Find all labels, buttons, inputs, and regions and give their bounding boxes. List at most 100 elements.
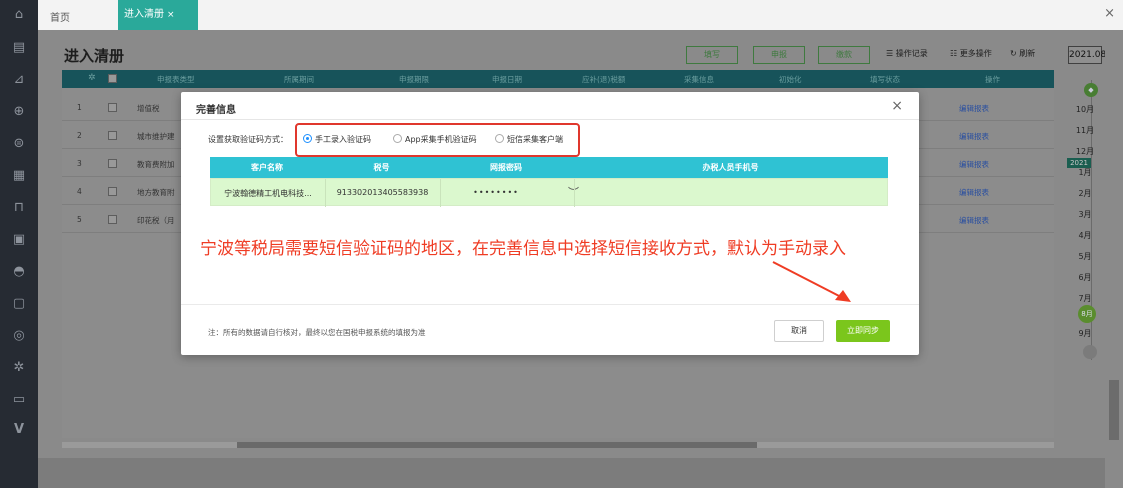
column-header: 操作 [985, 75, 1000, 84]
operation-log-link[interactable]: ☰ 操作记录 [886, 48, 928, 59]
dialog-title: 完善信息 [196, 105, 236, 116]
column-header: 填写状态 [870, 75, 900, 84]
column-header: 应补(退)税额 [582, 75, 626, 84]
password-field[interactable]: •••••••• [451, 188, 541, 197]
row-name: 城市维护建 [137, 132, 175, 141]
cell-divider [574, 179, 575, 207]
pay-button[interactable]: 缴款 [818, 46, 870, 64]
close-icon[interactable]: × [891, 98, 903, 114]
row-name: 增值税 [137, 104, 160, 113]
customer-table-header: 客户名称 税号 网报密码 办税人员手机号 [210, 157, 888, 178]
cancel-button[interactable]: 取消 [774, 320, 824, 342]
tab-close-icon[interactable]: × [167, 10, 175, 20]
edit-report-link[interactable]: 编辑报表 [959, 103, 989, 114]
complete-info-dialog: 完善信息 × 设置获取验证码方式： 手工录入验证码 App采集手机验证码 短信采… [181, 92, 919, 355]
timeline-bottom-icon[interactable] [1083, 345, 1097, 359]
tab-active[interactable]: 进入清册 × [118, 0, 198, 30]
refresh-icon: ↻ [1010, 49, 1017, 58]
horizontal-scrollbar[interactable] [62, 442, 1054, 448]
settings-icon[interactable]: ✲ [9, 358, 29, 378]
refresh-label: 刷新 [1019, 49, 1036, 58]
radio-icon [393, 134, 402, 143]
timeline-top-icon[interactable]: ◆ [1084, 83, 1098, 97]
month-item[interactable]: 10月 [1065, 104, 1105, 115]
radio-sms-client[interactable]: 短信采集客户端 [495, 134, 563, 145]
month-item-current[interactable]: 8月 [1078, 305, 1096, 323]
verification-method-label: 设置获取验证码方式： [208, 135, 288, 144]
row-number: 4 [77, 187, 82, 196]
column-header: 申报期限 [399, 75, 429, 84]
select-all-checkbox[interactable] [108, 74, 117, 83]
refresh-link[interactable]: ↻ 刷新 [1010, 48, 1035, 59]
row-name: 教育费附加 [137, 160, 175, 169]
edit-report-link[interactable]: 编辑报表 [959, 159, 989, 170]
bottom-bar [38, 458, 1105, 488]
edit-report-link[interactable]: 编辑报表 [959, 131, 989, 142]
column-header: 客户名称 [251, 163, 283, 172]
month-item[interactable]: 6月 [1065, 272, 1105, 283]
table-row[interactable]: 宁波翰德精工机电科技... 913302013405583938 •••••••… [210, 178, 888, 207]
month-item[interactable]: 2月 [1065, 188, 1105, 199]
row-checkbox[interactable] [108, 215, 117, 224]
column-header: 所属期间 [284, 75, 314, 84]
bank-icon[interactable]: ⊜ [9, 134, 29, 154]
tax-id: 913302013405583938 [336, 188, 429, 197]
more-operations-label: 更多操作 [959, 49, 992, 58]
fill-button[interactable]: 填写 [686, 46, 738, 64]
row-checkbox[interactable] [108, 159, 117, 168]
month-item[interactable]: 9月 [1065, 328, 1105, 339]
scrollbar-thumb[interactable] [237, 442, 757, 448]
tab-home[interactable]: 首页 [50, 9, 70, 24]
month-item[interactable]: 1月 [1065, 167, 1105, 178]
row-number: 2 [77, 131, 82, 140]
column-header: 申报日期 [492, 75, 522, 84]
archive-icon[interactable]: ◓ [9, 262, 29, 282]
row-checkbox[interactable] [108, 103, 117, 112]
v-icon[interactable]: V [9, 420, 29, 440]
building-icon[interactable]: ⊓ [9, 198, 29, 218]
receipt-icon[interactable]: ▢ [9, 294, 29, 314]
home-icon[interactable]: ⌂ [9, 5, 29, 25]
month-item[interactable]: 5月 [1065, 251, 1105, 262]
sync-now-button[interactable]: 立即同步 [836, 320, 890, 342]
row-name: 地方教育附 [137, 188, 175, 197]
row-checkbox[interactable] [108, 131, 117, 140]
radio-label: App采集手机验证码 [405, 135, 477, 144]
month-item[interactable]: 4月 [1065, 230, 1105, 241]
document-icon[interactable]: ▤ [9, 38, 29, 58]
tab-bar: 首页 进入清册 × × [38, 0, 1123, 30]
left-sidebar: ⌂ ▤ ⊿ ⊕ ⊜ ▦ ⊓ ▣ ◓ ▢ ◎ ✲ ▭ V [0, 0, 38, 488]
month-item[interactable]: 7月 [1065, 293, 1105, 304]
gear-icon[interactable]: ✲ [88, 73, 96, 83]
customer-name: 宁波翰德精工机电科技... [224, 189, 312, 198]
chart-icon[interactable]: ⊿ [9, 70, 29, 90]
declare-button[interactable]: 申报 [753, 46, 805, 64]
column-header: 采集信息 [684, 75, 714, 84]
monitor-icon[interactable]: ▭ [9, 390, 29, 410]
display-icon[interactable]: ▣ [9, 230, 29, 250]
edit-report-link[interactable]: 编辑报表 [959, 187, 989, 198]
row-checkbox[interactable] [108, 187, 117, 196]
cell-divider [440, 179, 441, 207]
month-item[interactable]: 11月 [1065, 125, 1105, 136]
vertical-scrollbar[interactable] [1109, 380, 1119, 440]
column-header: 网报密码 [490, 163, 522, 172]
month-item[interactable]: 12月 [1065, 146, 1105, 157]
tab-active-label: 进入清册 [124, 9, 164, 20]
currency-icon[interactable]: ⊕ [9, 102, 29, 122]
calculator-icon[interactable]: ▦ [9, 166, 29, 186]
close-icon[interactable]: × [1104, 6, 1115, 21]
operation-log-label: 操作记录 [895, 49, 928, 58]
month-item[interactable]: 3月 [1065, 209, 1105, 220]
more-operations-link[interactable]: ☷ 更多操作 [950, 48, 992, 59]
dialog-header: 完善信息 × [181, 92, 919, 120]
user-icon[interactable]: ◎ [9, 326, 29, 346]
period-timeline: 2021.08 ◆ 10月 11月 12月 2021 1月 2月 3月 4月 5… [1065, 30, 1106, 458]
radio-app-collect[interactable]: App采集手机验证码 [393, 134, 477, 145]
menu-icon: ☷ [950, 49, 958, 58]
year-selector[interactable]: 2021.08 [1068, 46, 1106, 64]
edit-report-link[interactable]: 编辑报表 [959, 215, 989, 226]
radio-manual-entry[interactable]: 手工录入验证码 [303, 134, 371, 145]
column-header: 税号 [373, 163, 390, 172]
column-header: 申报表类型 [157, 75, 195, 84]
